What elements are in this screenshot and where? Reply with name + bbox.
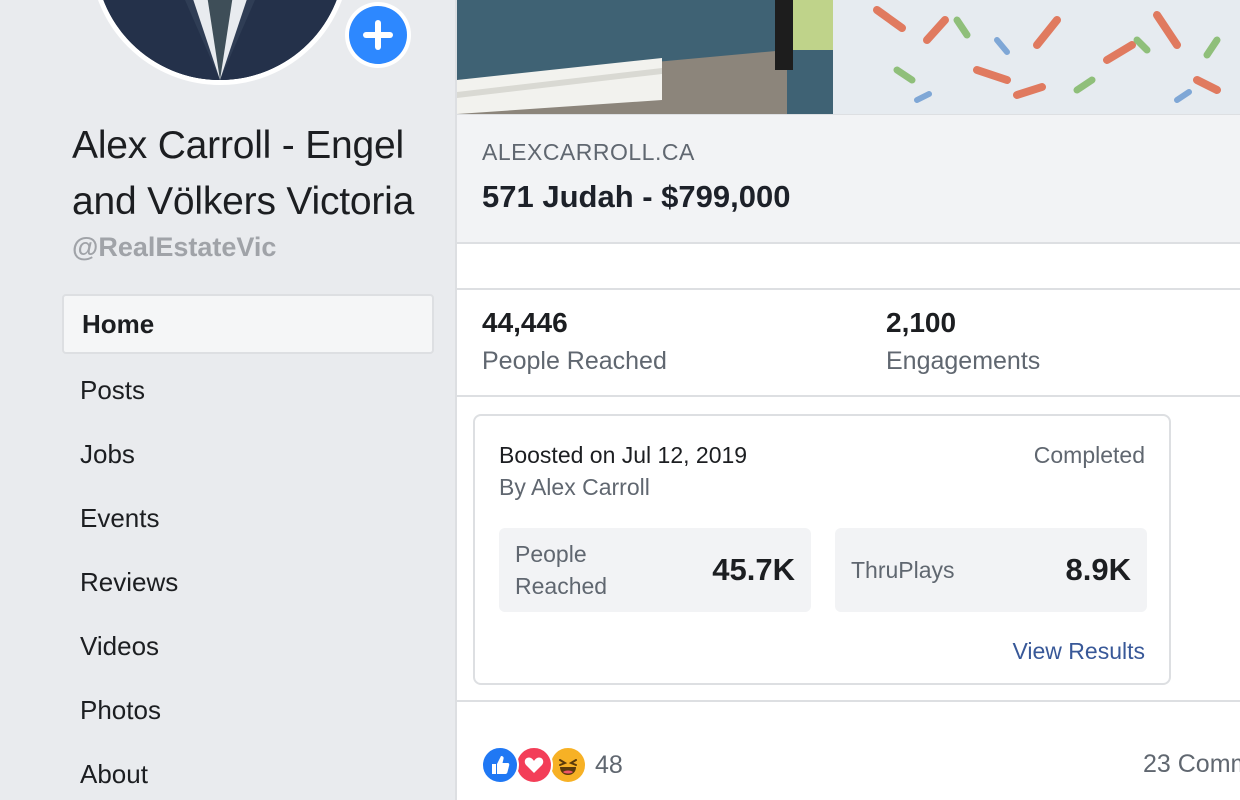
metric-value: 45.7K — [712, 552, 795, 587]
reactions-summary[interactable]: 48 — [481, 746, 623, 784]
post-insights: 44,446 People Reached 2,100 Engagements — [457, 291, 1240, 397]
nav-item-reviews[interactable]: Reviews — [62, 550, 434, 614]
metric-label: ThruPlays — [851, 557, 955, 583]
engagements-label: Engagements — [886, 347, 1041, 375]
nav-item-posts[interactable]: Posts — [62, 358, 434, 422]
plus-icon — [363, 20, 393, 50]
haha-reaction-icon — [549, 746, 587, 784]
page-sidebar: Alex Carroll - Engel and Völkers Victori… — [0, 0, 455, 800]
nav-item-home[interactable]: Home — [62, 294, 434, 354]
nav-item-videos[interactable]: Videos — [62, 614, 434, 678]
boost-date: Boosted on Jul 12, 2019 — [499, 442, 748, 468]
people-reached-value: 44,446 — [482, 307, 568, 338]
boost-author: By Alex Carroll — [499, 474, 650, 500]
comments-count-link[interactable]: 23 Comm — [1143, 750, 1240, 779]
page-name[interactable]: Alex Carroll - Engel and Völkers Victori… — [72, 118, 442, 230]
engagements-stat[interactable]: 2,100 Engagements — [886, 307, 1040, 376]
nav-item-about[interactable]: About — [62, 742, 434, 800]
boost-status: Completed — [1033, 442, 1145, 468]
boost-summary-card: Boosted on Jul 12, 2019 By Alex Carroll … — [473, 414, 1171, 685]
reactions-count: 48 — [595, 750, 623, 779]
link-title[interactable]: 571 Judah - $799,000 — [482, 179, 790, 215]
nav-item-events[interactable]: Events — [62, 486, 434, 550]
love-reaction-icon — [515, 746, 553, 784]
boost-metric-thruplays: ThruPlays 8.9K — [835, 528, 1147, 612]
page-handle[interactable]: @RealEstateVic — [72, 232, 276, 263]
like-reaction-icon — [481, 746, 519, 784]
view-results-link[interactable]: View Results — [1012, 638, 1145, 665]
divider — [457, 244, 1240, 290]
post-card: ALEXCARROLL.CA 571 Judah - $799,000 44,4… — [455, 0, 1240, 800]
link-preview[interactable]: ALEXCARROLL.CA 571 Judah - $799,000 — [457, 114, 1240, 244]
profile-avatar[interactable] — [90, 0, 350, 85]
nav-item-jobs[interactable]: Jobs — [62, 422, 434, 486]
people-reached-stat[interactable]: 44,446 People Reached — [482, 307, 667, 376]
link-domain: ALEXCARROLL.CA — [482, 139, 695, 165]
engagements-value: 2,100 — [886, 307, 957, 338]
boost-metric-people-reached: People Reached 45.7K — [499, 528, 811, 612]
metric-label: People Reached — [515, 541, 608, 599]
page-nav: Home Posts Jobs Events Reviews Videos Ph… — [62, 294, 434, 800]
nav-item-photos[interactable]: Photos — [62, 678, 434, 742]
add-photo-button[interactable] — [340, 2, 416, 68]
post-image[interactable] — [457, 0, 1240, 114]
metric-value: 8.9K — [1065, 552, 1131, 587]
divider — [457, 700, 1240, 702]
people-reached-label: People Reached — [482, 347, 667, 375]
